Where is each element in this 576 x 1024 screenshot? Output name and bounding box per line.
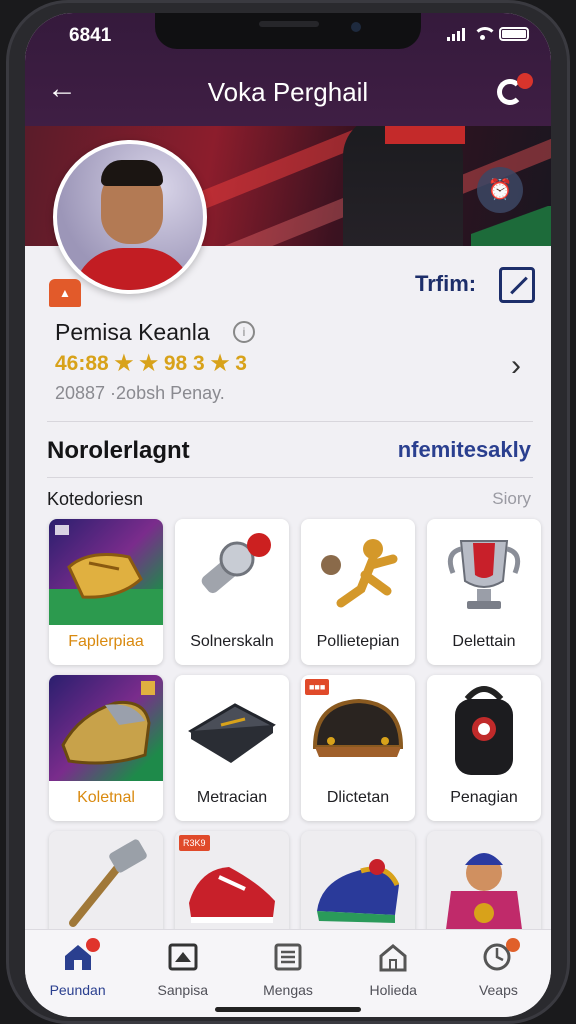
page-title: Voka Perghail — [207, 77, 369, 107]
device-notch — [155, 13, 421, 49]
nav-item-cards[interactable]: Sanpisa — [130, 930, 235, 1017]
grid-card-label: Delettain — [452, 633, 516, 650]
helmet-art — [301, 675, 415, 781]
grid-card-label: Metracian — [196, 789, 268, 806]
nav-label: Peundan — [49, 982, 106, 998]
grid-card-label: Penagian — [450, 789, 518, 806]
home-indicator[interactable] — [215, 1007, 361, 1012]
avatar[interactable] — [53, 140, 207, 294]
app-screen: 6841 ← Voka Perghail ⏰ ▲ Trfim: Pemisa K… — [25, 13, 551, 1017]
golden-cleat-art — [49, 675, 163, 781]
sort-button[interactable]: Siory — [492, 489, 531, 509]
wifi-icon — [473, 27, 497, 41]
globe-icon — [482, 938, 521, 972]
info-icon[interactable]: i — [233, 321, 255, 343]
nav-label: Mengas — [263, 982, 313, 998]
red-sneaker-art — [175, 831, 289, 937]
grid-card-label: Faplerpiaa — [68, 633, 144, 650]
hammer-art — [49, 831, 163, 937]
whistle-art — [175, 519, 289, 625]
grid-card-label: Koletnal — [77, 789, 135, 806]
book-art — [175, 675, 289, 781]
grid-card[interactable]: ■■■ Dlictetan — [301, 675, 415, 821]
top-app-bar: 6841 ← Voka Perghail — [25, 13, 551, 127]
level-badge-icon: ▲ — [49, 279, 81, 307]
grid-card[interactable]: Faplerpiaa — [49, 519, 163, 665]
banner-player-figure — [343, 126, 463, 246]
grid-card[interactable]: Pollietepian — [301, 519, 415, 665]
alarm-icon[interactable]: ⏰ — [477, 167, 523, 213]
profile-stats: 46:88 ★ ★ 98 3 ★ 3 — [55, 352, 247, 375]
gold-boot-art — [49, 519, 163, 625]
grid-card-label: Dlictetan — [326, 789, 390, 806]
nav-item-house[interactable]: Holieda — [341, 930, 446, 1017]
notification-badge-dot — [517, 73, 533, 89]
grid-card[interactable]: Penagian — [427, 675, 541, 821]
home-icon — [62, 938, 100, 972]
grid-card[interactable]: Solnerskaln — [175, 519, 289, 665]
nav-badge — [506, 938, 521, 952]
cards-icon — [167, 942, 199, 972]
chevron-right-icon[interactable]: › — [511, 349, 521, 383]
status-icons — [447, 27, 529, 41]
blue-sneaker-art — [301, 831, 415, 937]
house-icon — [377, 942, 409, 972]
grid-card-label: Solnerskaln — [190, 633, 274, 650]
nav-badge — [85, 938, 100, 952]
section-title: Norolerlagnt — [47, 437, 190, 464]
list-icon — [272, 942, 304, 972]
nav-label: Sanpisa — [157, 982, 209, 998]
nav-item-list[interactable]: Mengas — [235, 930, 340, 1017]
bottom-navigation: Peundan Sanpisa Mengas Holieda Veaps — [25, 929, 551, 1017]
nav-label: Holieda — [369, 982, 417, 998]
nav-item-home[interactable]: Peundan — [25, 930, 130, 1017]
grid-card-label: Pollietepian — [316, 633, 400, 650]
battery-icon — [499, 27, 529, 41]
section-link[interactable]: nfemitesakly — [398, 437, 531, 463]
team-label: Trfim: — [415, 271, 477, 296]
status-time: 6841 — [69, 25, 112, 46]
divider — [47, 477, 533, 478]
mascot-art — [427, 831, 541, 937]
profile-subtext: 20887 ·2obsh Penay. — [55, 383, 225, 403]
phone-frame: 6841 ← Voka Perghail ⏰ ▲ Trfim: Pemisa K… — [6, 0, 570, 1024]
gold-figure-art — [301, 519, 415, 625]
grid-card[interactable]: Koletnal — [49, 675, 163, 821]
nav-label: Veaps — [478, 982, 518, 998]
category-label: Kotedoriesn — [47, 489, 144, 509]
nav-item-globe[interactable]: Veaps — [446, 930, 551, 1017]
grid-card[interactable]: Metracian — [175, 675, 289, 821]
notification-button[interactable] — [495, 73, 533, 109]
divider — [47, 421, 533, 422]
grid-card[interactable]: Delettain — [427, 519, 541, 665]
profile-name: Pemisa Keanla — [55, 319, 210, 345]
backpack-art — [427, 675, 541, 781]
trophy-art — [427, 519, 541, 625]
edit-icon[interactable] — [499, 267, 535, 303]
signal-icon — [447, 27, 465, 41]
